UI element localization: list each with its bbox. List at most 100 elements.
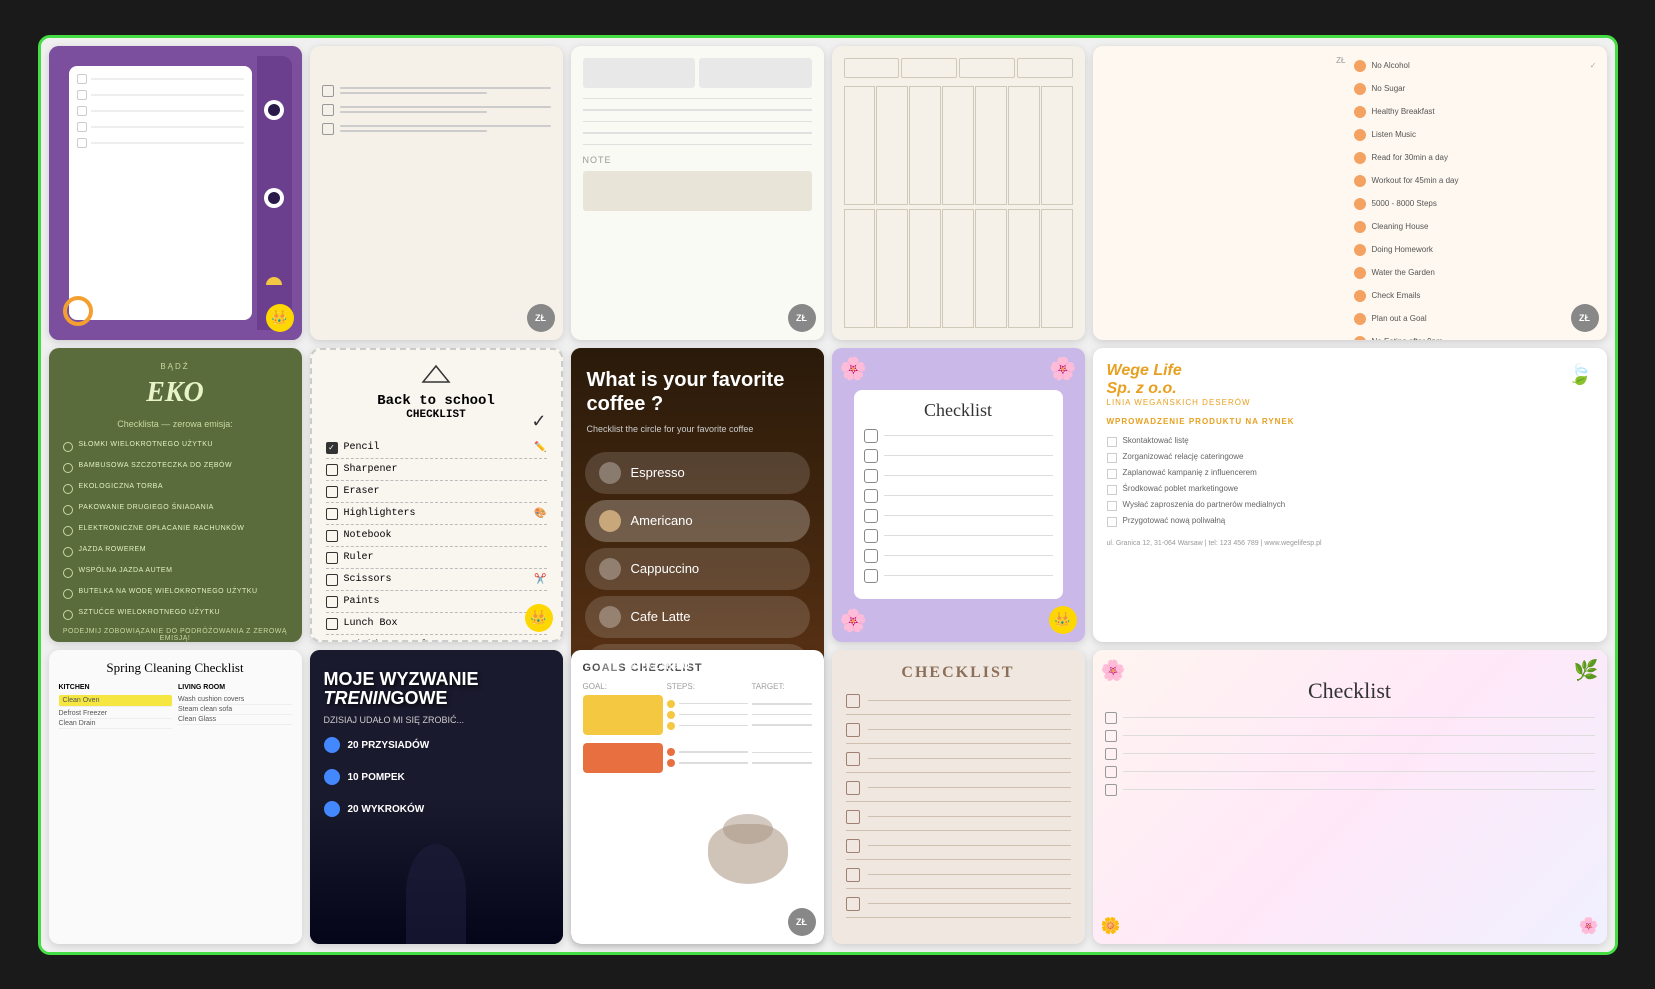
- beige-title: CHECKLIST: [846, 664, 1071, 682]
- wege-title: Wege LifeSp. z o.o.: [1107, 362, 1182, 398]
- coffee-option-macchiato[interactable]: Macchiato: [585, 644, 810, 686]
- goal-block-1: [583, 695, 663, 735]
- card-wege-life[interactable]: Wege LifeSp. z o.o. 🍃 Linia wegańskich d…: [1093, 348, 1607, 642]
- school-checkbox-ruler[interactable]: [326, 552, 338, 564]
- purple-cb-2[interactable]: [864, 449, 878, 463]
- card-eko[interactable]: BĄDŹ EKO Checklista — zerowa emisja: SŁO…: [49, 348, 302, 642]
- school-checkbox-notebook[interactable]: [326, 530, 338, 542]
- purple-cb-5[interactable]: [864, 509, 878, 523]
- wege-footer: ul. Granica 12, 31-064 Warsaw | tel: 123…: [1107, 532, 1593, 547]
- coffee-option-espresso-label: Espresso: [631, 465, 685, 480]
- beige-cb-8[interactable]: [846, 897, 860, 911]
- school-item-lunchbox: Lunch Box: [344, 618, 398, 629]
- crown-badge-7: 👑: [525, 604, 553, 632]
- card-final-checklist[interactable]: Checklist 🌸 🌿 🌼 🌸: [1093, 650, 1607, 944]
- note-label: NOTE: [583, 155, 812, 165]
- final-flower-br: 🌸: [1579, 916, 1599, 936]
- card-purple-checklist[interactable]: 👑: [49, 46, 302, 340]
- school-checkbox-lunchbox[interactable]: [326, 618, 338, 630]
- school-checkbox-bottle[interactable]: [326, 640, 338, 642]
- training-dot-1: [324, 737, 340, 753]
- card-simple-lines[interactable]: NOTE ZŁ: [571, 46, 824, 340]
- card-back-to-school[interactable]: Back to school CHECKLIST ✓ ✓Pencil✏️ Sha…: [310, 348, 563, 642]
- flower-decoration-top-right: 🌸: [1049, 356, 1076, 382]
- beige-cb-5[interactable]: [846, 810, 860, 824]
- beige-cb-1[interactable]: [846, 694, 860, 708]
- card-spring-cleaning[interactable]: Spring Cleaning Checklist KITCHEN Clean …: [49, 650, 302, 944]
- school-item-paints: Paints: [344, 596, 380, 607]
- wege-cb-5[interactable]: [1107, 501, 1117, 511]
- leaf-decoration: 🍃: [1568, 362, 1593, 387]
- beige-cb-4[interactable]: [846, 781, 860, 795]
- school-item-sharpener: Sharpener: [344, 464, 398, 475]
- final-cb-2[interactable]: [1105, 730, 1117, 742]
- coffee-option-cafelatte[interactable]: Cafe Latte: [585, 596, 810, 638]
- final-cb-3[interactable]: [1105, 748, 1117, 760]
- wege-cb-1[interactable]: [1107, 437, 1117, 447]
- eko-badge-label: BĄDŹ: [63, 362, 288, 371]
- wege-subtitle-2: WPROWADZENIE PRODUKTU NA RYNEK: [1107, 417, 1593, 426]
- purple-cb-3[interactable]: [864, 469, 878, 483]
- coffee-option-cappuccino[interactable]: Cappuccino: [585, 548, 810, 590]
- training-item-1: 20 PRZYSIADÓW: [348, 740, 430, 751]
- final-cb-4[interactable]: [1105, 766, 1117, 778]
- coffee-option-espresso[interactable]: Espresso: [585, 452, 810, 494]
- purple-cb-6[interactable]: [864, 529, 878, 543]
- wege-cb-4[interactable]: [1107, 485, 1117, 495]
- final-flower-bl: 🌼: [1101, 916, 1121, 936]
- school-item-eraser: Eraser: [344, 486, 380, 497]
- final-title: Checklist: [1105, 662, 1595, 704]
- card-goals[interactable]: GOALS CHECKLIST Goal: Steps: Target:: [571, 650, 824, 944]
- coffee-subtitle: Checklist the circle for your favorite c…: [571, 424, 824, 446]
- card-training[interactable]: MOJE WYZWANIETRENINGOWE DZISIAJ UDAŁO MI…: [310, 650, 563, 944]
- beige-cb-7[interactable]: [846, 868, 860, 882]
- crown-badge: 👑: [266, 304, 294, 332]
- coffee-option-americano[interactable]: Americano: [585, 500, 810, 542]
- spring-item-3: Clean Drain: [59, 719, 173, 729]
- school-checkbox-eraser[interactable]: [326, 486, 338, 498]
- card-polish-checklist[interactable]: ZŁ: [310, 46, 563, 340]
- school-checkbox-sharpener[interactable]: [326, 464, 338, 476]
- wege-cb-2[interactable]: [1107, 453, 1117, 463]
- school-checkbox-paints[interactable]: [326, 596, 338, 608]
- goal-block-2: [583, 743, 663, 773]
- zl-badge-8: ZŁ: [788, 908, 816, 936]
- card-beige-lines[interactable]: [832, 46, 1085, 340]
- flower-decoration-bottom-left: 🌸: [840, 608, 867, 634]
- training-subtitle: DZISIAJ UDAŁO MI SIĘ ZROBIĆ...: [310, 715, 563, 725]
- flower-decoration-top-left: 🌸: [840, 356, 867, 382]
- habit-item: No Alcohol: [1372, 61, 1410, 70]
- eko-title: EKO: [63, 377, 288, 409]
- purple-cb-1[interactable]: [864, 429, 878, 443]
- card-purple-flower[interactable]: 🌸 🌸 🌸 🌸 Checklist 👑: [832, 348, 1085, 642]
- card-habit-tracker[interactable]: ZŁ No Alcohol✓ No Sugar Healthy Breakfas…: [1093, 46, 1607, 340]
- training-title: MOJE WYZWANIETRENINGOWE: [310, 650, 563, 716]
- school-item-ruler: Ruler: [344, 552, 374, 563]
- eko-footer: PODEJMIJ ZOBOWIĄZANIE DO PODRÓŻOWANIA Z …: [63, 628, 288, 642]
- purple-checklist-title: Checklist: [864, 400, 1053, 421]
- card-beige-checklist[interactable]: CHECKLIST: [832, 650, 1085, 944]
- wege-product-line: Linia wegańskich deserów: [1107, 398, 1593, 407]
- beige-cb-3[interactable]: [846, 752, 860, 766]
- kitchen-label: KITCHEN: [59, 684, 173, 691]
- final-flower-tr: 🌿: [1574, 658, 1599, 683]
- school-item-bottle: Drinking Bottle: [344, 640, 434, 642]
- school-checkbox-pencil[interactable]: ✓: [326, 442, 338, 454]
- beige-cb-6[interactable]: [846, 839, 860, 853]
- wege-cb-3[interactable]: [1107, 469, 1117, 479]
- purple-cb-7[interactable]: [864, 549, 878, 563]
- school-checkbox-scissors[interactable]: [326, 574, 338, 586]
- coffee-option-macchiato-label: Macchiato: [631, 657, 690, 672]
- final-cb-1[interactable]: [1105, 712, 1117, 724]
- beige-cb-2[interactable]: [846, 723, 860, 737]
- eko-subtitle: Checklista — zerowa emisja:: [63, 419, 288, 429]
- purple-cb-4[interactable]: [864, 489, 878, 503]
- spring-item-1: Clean Oven: [59, 695, 173, 707]
- wege-cb-6[interactable]: [1107, 517, 1117, 527]
- crown-badge-9: 👑: [1049, 606, 1077, 634]
- final-cb-5[interactable]: [1105, 784, 1117, 796]
- purple-cb-8[interactable]: [864, 569, 878, 583]
- spring-item-4: Wash cushion covers: [178, 695, 292, 705]
- wege-item-5: Wysłać zaproszenia do partnerów medialny…: [1123, 500, 1286, 509]
- school-checkbox-highlighters[interactable]: [326, 508, 338, 520]
